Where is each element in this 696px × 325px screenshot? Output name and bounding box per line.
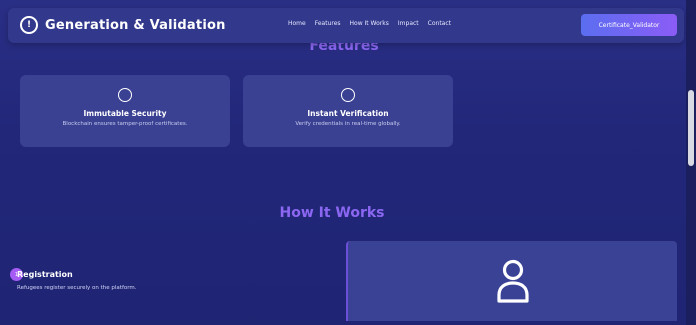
feature-card-immutable-security: Immutable Security Blockchain ensures ta… <box>20 75 230 147</box>
nav-links: Home Features How It Works Impact Contac… <box>288 20 451 27</box>
nav-link-impact[interactable]: Impact <box>398 20 419 27</box>
brand[interactable]: ! Generation & Validation <box>20 16 226 34</box>
nav-link-how-it-works[interactable]: How It Works <box>350 20 389 27</box>
feature-card-description: Verify credentials in real-time globally… <box>295 121 401 127</box>
feature-card-description: Blockchain ensures tamper-proof certific… <box>62 121 188 127</box>
step-description: Refugees register securely on the platfo… <box>17 285 137 291</box>
scrollbar-thumb[interactable] <box>688 90 694 166</box>
certificate-validator-button[interactable]: Certificate_Validator <box>581 14 677 36</box>
how-it-works-section-title: How It Works <box>279 205 385 221</box>
step-illustration-panel <box>346 241 677 321</box>
scrollbar[interactable] <box>686 0 696 325</box>
feature-card-instant-verification: Instant Verification Verify credentials … <box>243 75 453 147</box>
page: ! Generation & Validation Home Features … <box>0 0 696 325</box>
nav-link-home[interactable]: Home <box>288 20 306 27</box>
feature-card-title: Instant Verification <box>307 109 389 118</box>
circle-icon <box>341 88 355 102</box>
top-navbar: ! Generation & Validation Home Features … <box>8 8 684 43</box>
user-icon <box>497 259 529 303</box>
step-title: Registration <box>17 270 73 279</box>
nav-link-features[interactable]: Features <box>315 20 341 27</box>
feature-card-title: Immutable Security <box>83 109 167 118</box>
nav-link-contact[interactable]: Contact <box>428 20 451 27</box>
brand-logo-icon: ! <box>20 16 38 34</box>
brand-title: Generation & Validation <box>45 17 226 33</box>
circle-icon <box>118 88 132 102</box>
